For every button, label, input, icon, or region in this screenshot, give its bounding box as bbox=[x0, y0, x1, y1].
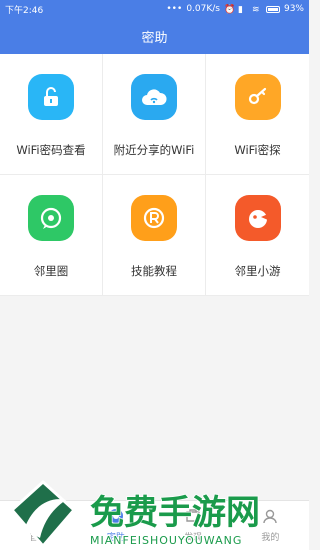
cloud-wifi-icon bbox=[131, 74, 177, 120]
grid-item-label: 邻里圈 bbox=[33, 264, 69, 278]
battery-percent: 93% bbox=[283, 4, 304, 14]
tab-label: 首页 bbox=[29, 533, 48, 543]
grid-item-neighbor-circle[interactable]: 邻里圈 bbox=[0, 175, 103, 296]
alarm-icon: ⏰ bbox=[223, 5, 236, 15]
tab-discover[interactable]: 发现 bbox=[155, 501, 232, 550]
grid-item-label: WiFi密探 bbox=[234, 143, 281, 157]
grid-item-skill-tutorial[interactable]: 技能教程 bbox=[103, 175, 206, 296]
tab-label: 我的 bbox=[261, 533, 280, 543]
page-title: 密助 bbox=[141, 30, 168, 46]
wifi-icon: ≋ bbox=[251, 5, 260, 15]
battery-icon bbox=[265, 5, 280, 13]
grid-item-label: 附近分享的WiFi bbox=[113, 143, 195, 157]
signal-dots-icon: ••• bbox=[166, 4, 183, 14]
content-area bbox=[0, 296, 309, 500]
feature-grid: WiFi密码查看 附近分享的WiFi WiFi密探 邻里圈 技能教程 邻里小游 bbox=[0, 54, 309, 296]
chat-bubble-icon bbox=[28, 195, 74, 241]
home-icon bbox=[30, 508, 48, 528]
cell-signal-icon: ▮ bbox=[237, 5, 243, 15]
grid-item-neighbor-game[interactable]: 邻里小游 bbox=[206, 175, 309, 296]
tab-label: 密助 bbox=[106, 533, 125, 543]
tab-profile[interactable]: 我的 bbox=[232, 501, 309, 550]
tab-assistant[interactable]: 密助 bbox=[77, 501, 154, 550]
tab-label: 发现 bbox=[184, 533, 203, 543]
grid-item-label: 邻里小游 bbox=[234, 264, 281, 278]
network-speed: 0.07K/s bbox=[186, 4, 220, 14]
assistant-icon bbox=[107, 508, 125, 528]
grid-item-wifi-explore[interactable]: WiFi密探 bbox=[206, 54, 309, 175]
profile-icon bbox=[261, 508, 279, 528]
grid-item-wifi-password[interactable]: WiFi密码查看 bbox=[0, 54, 103, 175]
key-icon bbox=[234, 74, 281, 120]
tab-home[interactable]: 首页 bbox=[0, 501, 77, 550]
discover-icon bbox=[184, 508, 202, 528]
grid-item-label: 技能教程 bbox=[131, 264, 177, 278]
r-badge-icon bbox=[131, 195, 177, 241]
app-header: 密助 bbox=[0, 18, 309, 54]
unlock-icon bbox=[28, 74, 74, 120]
grid-item-nearby-wifi[interactable]: 附近分享的WiFi bbox=[103, 54, 206, 175]
status-bar: 下午2:46 ••• 0.07K/s ⏰ ▮ ≋ 93% bbox=[0, 0, 309, 18]
game-face-icon bbox=[234, 195, 281, 241]
bottom-tab-bar: 首页 密助 发现 我的 bbox=[0, 500, 309, 550]
status-time: 下午2:46 bbox=[5, 5, 44, 16]
grid-item-label: WiFi密码查看 bbox=[16, 143, 86, 157]
